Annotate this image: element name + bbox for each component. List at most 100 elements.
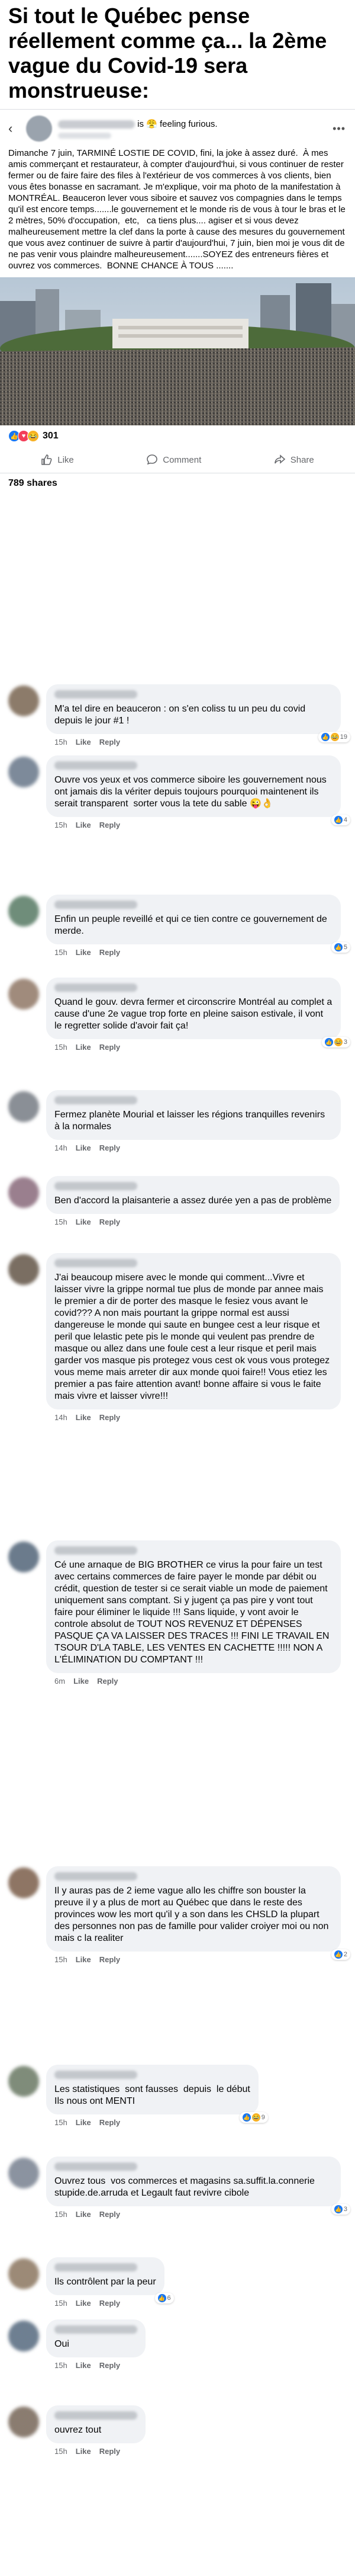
commenter-name-blurred[interactable] (54, 1546, 137, 1555)
commenter-name-blurred[interactable] (54, 2411, 137, 2420)
comment-like-link[interactable]: Like (76, 948, 91, 957)
commenter-name-blurred[interactable] (54, 2325, 137, 2334)
commenter-avatar[interactable] (8, 2066, 39, 2097)
commenter-avatar[interactable] (8, 2258, 39, 2289)
commenter-name-blurred[interactable] (54, 690, 137, 699)
comment-like-link[interactable]: Like (76, 2447, 91, 2456)
comment-reply-link[interactable]: Reply (99, 821, 120, 829)
commenter-name-blurred[interactable] (54, 1872, 137, 1880)
commenter-avatar[interactable] (8, 1867, 39, 1898)
comment-meta: 15h Like Reply (54, 2447, 347, 2456)
comment-icon (147, 454, 158, 465)
commenter-name-blurred[interactable] (54, 2263, 137, 2271)
commenter-name-blurred[interactable] (54, 983, 137, 992)
comment-like-link[interactable]: Like (76, 2210, 91, 2219)
commenter-avatar[interactable] (8, 1177, 39, 1208)
comment-reactions[interactable]: 👍 😂 19 (318, 732, 350, 742)
comment-reply-link[interactable]: Reply (99, 1143, 120, 1152)
comment-reply-link[interactable]: Reply (99, 1955, 120, 1964)
commenter-avatar[interactable] (8, 896, 39, 927)
crowd-photo-image (0, 277, 355, 425)
commenter-name-blurred[interactable] (54, 2071, 137, 2079)
comment-reply-link[interactable]: Reply (99, 2361, 120, 2370)
comment-reactions[interactable]: 👍 6 (154, 2293, 174, 2303)
more-options-icon[interactable]: ••• (333, 123, 346, 135)
comment-meta: 14h Like Reply (54, 1143, 347, 1152)
comment-reply-link[interactable]: Reply (99, 2210, 120, 2219)
commenter-avatar[interactable] (8, 757, 39, 787)
comment-meta: 15h Like Reply (54, 821, 347, 829)
comment-reply-link[interactable]: Reply (99, 1217, 120, 1226)
comment-time: 14h (54, 1143, 67, 1152)
comment-reactions[interactable]: 👍 4 (331, 815, 350, 825)
comment-reply-link[interactable]: Reply (97, 1677, 118, 1686)
comment: ouvrez tout 15h Like Reply (0, 2405, 355, 2456)
commenter-avatar[interactable] (8, 1542, 39, 1572)
comment-reply-link[interactable]: Reply (99, 2118, 120, 2127)
comment-like-link[interactable]: Like (76, 821, 91, 829)
comment-text: Il y auras pas de 2 ieme vague allo les … (54, 1886, 331, 1943)
comment-reply-link[interactable]: Reply (99, 1043, 120, 1052)
comment-like-link[interactable]: Like (73, 1677, 89, 1686)
back-arrow-icon[interactable]: ‹ (8, 121, 22, 136)
comment-reactions[interactable]: 👍 3 (331, 2204, 350, 2215)
author-line: is 😤 feeling furious. (58, 118, 218, 139)
comment-time: 14h (54, 1413, 67, 1422)
comment-like-link[interactable]: Like (76, 2118, 91, 2127)
comment-bubble: Il y auras pas de 2 ieme vague allo les … (46, 1866, 350, 1960)
comment-like-link[interactable]: Like (76, 1143, 91, 1152)
comment-text: Enfin un peuple reveillé et qui ce tien … (54, 914, 330, 936)
commenter-avatar[interactable] (8, 2321, 39, 2351)
commenter-name-blurred[interactable] (54, 1096, 137, 1104)
comment-reply-link[interactable]: Reply (99, 948, 120, 957)
comment-bubble: Les statistiques sont fausses depuis le … (46, 2065, 268, 2123)
comment-bubble: Fermez planète Mourial et laisser les ré… (46, 1090, 341, 1140)
comment-meta: 14h Like Reply (54, 1413, 347, 1422)
comment-reply-link[interactable]: Reply (99, 1413, 120, 1422)
reaction-summary[interactable]: 👍 ♥ 😂 301 (0, 425, 355, 447)
comment-reply-link[interactable]: Reply (99, 2299, 120, 2308)
comment-reactions[interactable]: 👍 5 (331, 942, 350, 953)
commenter-avatar[interactable] (8, 2158, 39, 2189)
commenter-name-blurred[interactable] (54, 761, 137, 770)
comment-reply-link[interactable]: Reply (99, 738, 120, 746)
comment: Enfin un peuple reveillé et qui ce tien … (0, 895, 355, 957)
commenter-avatar[interactable] (8, 979, 39, 1010)
comment-time: 15h (54, 948, 67, 957)
avatar[interactable] (26, 116, 52, 142)
shares-count[interactable]: 789 shares (0, 473, 355, 498)
comment-meta: 15h Like Reply (54, 1217, 347, 1226)
comment-meta: 15h Like Reply (54, 1043, 347, 1052)
comment-like-link[interactable]: Like (76, 1217, 91, 1226)
comment-reply-link[interactable]: Reply (99, 2447, 120, 2456)
reaction-count: 19 (340, 733, 347, 741)
comment-like-link[interactable]: Like (76, 2299, 91, 2308)
comment-reactions[interactable]: 👍 2 (331, 1949, 350, 1960)
post-actions: Like Comment Share (0, 447, 355, 473)
comment-like-link[interactable]: Like (76, 1043, 91, 1052)
commenter-name-blurred[interactable] (54, 1259, 137, 1267)
comment-like-link[interactable]: Like (76, 1955, 91, 1964)
commenter-name-blurred[interactable] (54, 1182, 137, 1190)
comment-bubble: Enfin un peuple reveillé et qui ce tien … (46, 895, 350, 953)
commenter-avatar[interactable] (8, 2407, 39, 2437)
comment-like-link[interactable]: Like (76, 2361, 91, 2370)
commenter-avatar[interactable] (8, 1254, 39, 1285)
author-name-blurred[interactable] (58, 120, 135, 129)
commenter-avatar[interactable] (8, 685, 39, 716)
comment-reactions[interactable]: 👍 😂 9 (239, 2112, 268, 2123)
post-photo[interactable] (0, 277, 355, 425)
commenter-name-blurred[interactable] (54, 901, 137, 909)
like-button[interactable]: Like (41, 454, 74, 466)
commenter-avatar[interactable] (8, 1091, 39, 1122)
comment-like-link[interactable]: Like (76, 1413, 91, 1422)
comment-time: 15h (54, 2118, 67, 2127)
haha-reaction-icon: 😂 (27, 430, 39, 442)
share-button[interactable]: Share (274, 454, 314, 466)
comment-like-link[interactable]: Like (76, 738, 91, 746)
comment-reactions[interactable]: 👍 😂 3 (321, 1037, 350, 1047)
commenter-name-blurred[interactable] (54, 2162, 137, 2171)
share-label: Share (290, 454, 314, 465)
comment-meta: 15h Like Reply (54, 948, 347, 957)
comment-button[interactable]: Comment (146, 454, 201, 466)
